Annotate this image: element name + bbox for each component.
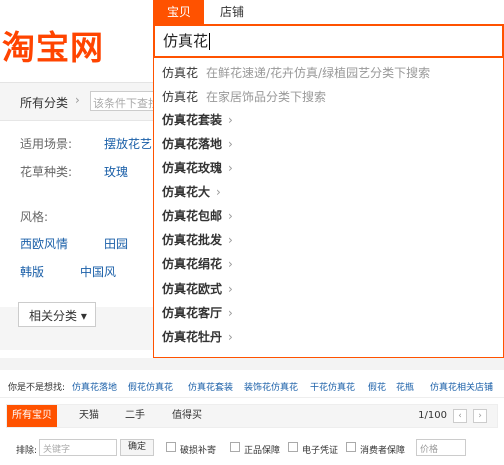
did-you-mean-link[interactable]: 假花仿真花 — [128, 380, 173, 393]
suggestion-item[interactable]: 仿真花落地 › — [162, 133, 233, 155]
search-dropdown: 宝贝 店铺 仿真花 仿真花 在鲜花速递/花卉仿真/绿植园艺分类下搜索 仿真花 在家居饰… — [153, 0, 504, 358]
suggestion-scope-hint: 在家居饰品分类下搜索 — [206, 90, 327, 104]
sort-select[interactable]: 价格 — [416, 439, 466, 456]
suggestion-keyword: 仿真花 — [162, 90, 199, 104]
did-you-mean-label: 你是不是想找: — [8, 383, 66, 393]
suggestion-item[interactable]: 仿真花套装 › — [162, 109, 233, 131]
style-link-chinese[interactable]: 中国风 — [80, 263, 116, 280]
checkbox-damage-reship[interactable] — [166, 442, 176, 452]
checkbox-label: 消费者保障 — [360, 446, 406, 456]
type-value-link[interactable]: 玫瑰 — [104, 163, 128, 180]
did-you-mean-link[interactable]: 仿真花落地 — [72, 380, 117, 393]
suggestion-keyword: 仿真花落地 — [162, 137, 223, 151]
checkbox-consumer-protection[interactable] — [346, 442, 356, 452]
suggestion-keyword: 仿真花包邮 — [162, 209, 223, 223]
chevron-right-icon: › — [228, 113, 233, 127]
all-categories-label[interactable]: 所有分类 — [20, 94, 68, 111]
suggestion-item[interactable]: 仿真花包邮 › — [162, 205, 233, 227]
suggestion-item[interactable]: 仿真花玫瑰 › — [162, 157, 233, 179]
results-tabbar: 所有宝贝 天猫 二手 值得买 1/100 ‹ › — [6, 404, 498, 428]
suggestion-item[interactable]: 仿真花牡丹 › — [162, 326, 233, 348]
did-you-mean-link[interactable]: 干花仿真花 — [310, 380, 355, 393]
suggestion-keyword: 仿真花 — [162, 66, 199, 80]
tab-worth-buying[interactable]: 值得买 — [163, 405, 211, 427]
confirm-button[interactable]: 确定 — [120, 439, 154, 456]
search-query-text: 仿真花 — [163, 32, 209, 50]
search-input[interactable]: 仿真花 — [153, 24, 504, 58]
checkbox-authentic[interactable] — [230, 442, 240, 452]
chevron-right-icon: › — [228, 282, 233, 296]
suggestion-keyword: 仿真花牡丹 — [162, 330, 223, 344]
style-link-pastoral[interactable]: 田园 — [104, 235, 128, 252]
chevron-right-icon: › — [228, 257, 233, 271]
chevron-right-icon: › — [228, 209, 233, 223]
exclude-label: 排除: — [16, 446, 38, 456]
did-you-mean-link[interactable]: 花瓶 — [396, 380, 414, 393]
checkbox-label: 破损补寄 — [180, 446, 217, 456]
chevron-right-icon: › — [228, 233, 233, 247]
partial-strip — [0, 358, 504, 370]
checkbox-e-voucher[interactable] — [288, 442, 298, 452]
suggestion-keyword: 仿真花客厅 — [162, 306, 223, 320]
text-caret — [209, 33, 211, 50]
tab-tmall[interactable]: 天猫 — [69, 405, 109, 427]
style-link-western[interactable]: 西欧风情 — [20, 235, 68, 252]
scene-value-link[interactable]: 摆放花艺 — [104, 135, 152, 152]
results-area: 你是不是想找: 仿真花落地 假花仿真花 仿真花套装 装饰花仿真花 干花仿真花 假… — [0, 358, 504, 465]
prev-page-button[interactable]: ‹ — [453, 409, 467, 423]
page-indicator: 1/100 — [418, 410, 447, 421]
narrow-search-input[interactable]: 该条件下查找 — [90, 91, 160, 111]
chevron-right-icon: › — [216, 185, 221, 199]
suggestion-keyword: 仿真花套装 — [162, 113, 223, 127]
checkbox-label: 正品保障 — [244, 446, 281, 456]
type-label: 花草种类: — [20, 165, 73, 179]
did-you-mean-link[interactable]: 仿真花相关店铺 — [430, 380, 493, 393]
suggestion-item[interactable]: 仿真花批发 › — [162, 229, 233, 251]
suggestion-item[interactable]: 仿真花 在家居饰品分类下搜索 — [162, 86, 326, 108]
suggestion-item[interactable]: 仿真花欧式 › — [162, 278, 233, 300]
suggestion-item[interactable]: 仿真花 在鲜花速递/花卉仿真/绿植园艺分类下搜索 — [162, 62, 430, 84]
scene-label: 适用场景: — [20, 137, 73, 151]
taobao-logo[interactable]: 淘宝网 — [2, 28, 152, 68]
did-you-mean-row: 你是不是想找: 仿真花落地 假花仿真花 仿真花套装 装饰花仿真花 干花仿真花 假… — [0, 372, 504, 398]
filter-options-row: 排除: 关键字 确定 破损补寄 正品保障 电子凭证 消费者保障 价格 — [6, 434, 498, 462]
style-label: 风格: — [20, 210, 49, 224]
suggestion-keyword: 仿真花大 — [162, 185, 211, 199]
chevron-right-icon: › — [75, 93, 80, 107]
suggestion-scope-hint: 在鲜花速递/花卉仿真/绿植园艺分类下搜索 — [206, 66, 431, 80]
search-tabs: 宝贝 店铺 — [154, 0, 504, 24]
tab-secondhand[interactable]: 二手 — [115, 405, 155, 427]
style-link-korean[interactable]: 韩版 — [20, 263, 44, 280]
suggestion-keyword: 仿真花欧式 — [162, 282, 223, 296]
next-page-button[interactable]: › — [473, 409, 487, 423]
did-you-mean-link[interactable]: 假花 — [368, 380, 386, 393]
related-category-button[interactable]: 相关分类 ▾ — [18, 302, 96, 327]
suggestion-item[interactable]: 仿真花客厅 › — [162, 302, 233, 324]
did-you-mean-link[interactable]: 仿真花套装 — [188, 380, 233, 393]
chevron-right-icon: › — [228, 161, 233, 175]
checkbox-label: 电子凭证 — [302, 446, 339, 456]
did-you-mean-link[interactable]: 装饰花仿真花 — [244, 380, 298, 393]
chevron-right-icon: › — [228, 137, 233, 151]
chevron-right-icon: › — [228, 306, 233, 320]
chevron-right-icon: › — [228, 330, 233, 344]
suggestion-keyword: 仿真花绢花 — [162, 257, 223, 271]
suggestion-item[interactable]: 仿真花大 › — [162, 181, 221, 203]
suggestion-keyword: 仿真花玫瑰 — [162, 161, 223, 175]
category-row: 所有分类 › 该条件下查找 — [0, 83, 160, 121]
tab-items[interactable]: 宝贝 — [154, 0, 204, 24]
exclude-keyword-input[interactable]: 关键字 — [39, 439, 117, 456]
tab-all-items[interactable]: 所有宝贝 — [7, 405, 57, 427]
suggestion-item[interactable]: 仿真花绢花 › — [162, 253, 233, 275]
tab-shops[interactable]: 店铺 — [212, 0, 252, 24]
suggestion-keyword: 仿真花批发 — [162, 233, 223, 247]
